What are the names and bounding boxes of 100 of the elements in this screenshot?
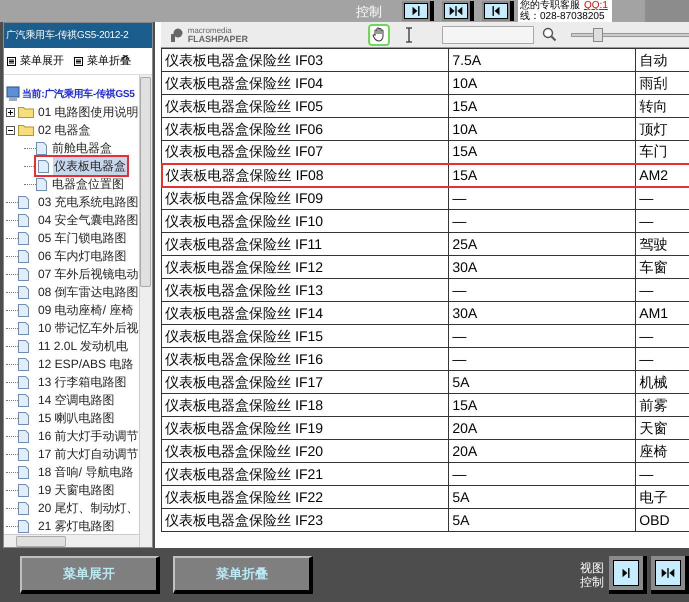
document-icon	[36, 142, 47, 154]
table-cell: 仪表板电器盒保险丝 IF18	[162, 394, 449, 416]
document-icon	[18, 268, 29, 280]
tree-item[interactable]: 前舱电器盒	[51, 139, 113, 157]
document-icon	[18, 412, 29, 424]
arrows-inward-icon	[660, 566, 676, 580]
document-icon	[18, 232, 29, 244]
vertical-scrollbar[interactable]	[138, 75, 152, 547]
photo-placeholder	[645, 0, 689, 22]
arrows-inward-icon	[448, 4, 464, 18]
tree-item[interactable]: 11 2.0L 发动机电	[38, 337, 128, 355]
tree-item[interactable]: 14 空调电路图	[38, 391, 115, 409]
table-cell: 仪表板电器盒保险丝 IF13	[162, 278, 449, 302]
tree-item[interactable]: 07 车外后视镜电动	[38, 265, 139, 283]
tree-item[interactable]: 01 电路图使用说明	[38, 103, 139, 121]
tree-item[interactable]: 02 电器盒	[38, 121, 91, 139]
table-cell: 25A	[448, 232, 636, 256]
document-icon	[18, 376, 29, 388]
table-cell: —	[448, 186, 636, 210]
tree-item[interactable]: 10 带记忆车外后视	[38, 319, 139, 337]
table-cell: —	[448, 462, 636, 486]
text-cursor-icon	[406, 26, 412, 42]
tree-item[interactable]: 09 电动座椅/ 座椅	[38, 301, 134, 319]
table-cell: 30A	[448, 256, 636, 278]
table-cell: 5A	[448, 370, 636, 394]
table-cell: 仪表板电器盒保险丝 IF09	[162, 186, 449, 210]
phone-text: 线：028-87038205	[520, 11, 606, 22]
table-cell: —	[448, 278, 636, 302]
document-icon	[18, 448, 29, 460]
table-cell: 仪表板电器盒保险丝 IF08	[162, 164, 449, 186]
slider-thumb[interactable]	[592, 28, 603, 42]
scrollbar-thumb[interactable]	[16, 536, 66, 546]
tree-item[interactable]: 16 前大灯手动调节	[38, 427, 139, 445]
logo-product: FLASHPAPER	[188, 34, 248, 44]
tree-item[interactable]: 06 车内灯电路图	[38, 247, 127, 265]
search-field[interactable]	[442, 26, 534, 44]
folder-icon	[18, 106, 34, 118]
tree-item[interactable]: 电器盒位置图	[51, 175, 125, 193]
table-cell: 仪表板电器盒保险丝 IF07	[162, 140, 449, 164]
qq-link[interactable]: QQ:1	[584, 0, 608, 11]
tree-item[interactable]: 05 车门锁电路图	[38, 229, 127, 247]
table-cell: 20A	[448, 416, 636, 440]
control-label: 控制	[356, 4, 382, 18]
menu-button[interactable]: 菜单展开	[7, 52, 64, 70]
tree-item[interactable]: 15 喇叭电路图	[38, 409, 115, 427]
document-icon	[18, 358, 29, 370]
table-cell: 仪表板电器盒保险丝 IF03	[162, 48, 449, 72]
document-icon	[18, 430, 29, 442]
document-icon	[18, 394, 29, 406]
table-cell: 仪表板电器盒保险丝 IF11	[162, 232, 449, 256]
tree-item[interactable]: 19 天窗电路图	[38, 481, 115, 499]
document-icon	[38, 160, 49, 172]
tree-item[interactable]: 20 尾灯、制动灯、	[38, 499, 139, 517]
hand-tool-button[interactable]	[368, 24, 390, 46]
tree-item[interactable]: 13 行李箱电路图	[38, 373, 127, 391]
table-cell: AM2	[636, 164, 689, 186]
tree-item[interactable]: 18 音响/ 导航电路	[38, 463, 134, 481]
tree-item[interactable]: 21 雾灯电路图	[38, 517, 115, 535]
tree-item[interactable]: 仪表板电器盒	[53, 157, 127, 175]
tree-item[interactable]: 08 倒车雷达电路图	[38, 283, 139, 301]
nav-button[interactable]	[651, 556, 689, 594]
scrollbar-thumb[interactable]	[140, 77, 152, 287]
tree-item[interactable]: 03 充电系统电路图	[38, 193, 139, 211]
table-cell: 仪表板电器盒保险丝 IF16	[162, 348, 449, 370]
tree-item[interactable]: 12 ESP/ABS 电路	[38, 355, 134, 373]
table-cell: 仪表板电器盒保险丝 IF05	[162, 94, 449, 118]
tree-item[interactable]: 17 前大灯自动调节	[38, 445, 139, 463]
list-icon	[74, 56, 83, 66]
nav-button[interactable]	[442, 1, 474, 21]
tree-item[interactable]: 04 安全气囊电路图	[38, 211, 139, 229]
document-icon	[18, 520, 29, 532]
zoom-slider[interactable]	[571, 26, 689, 42]
panel-title: 广汽乘用车-传祺GS5-2012-2	[4, 23, 152, 48]
document-icon	[18, 304, 29, 316]
menu-button[interactable]: 菜单折叠	[74, 52, 131, 70]
document-icon	[18, 340, 29, 352]
table-cell: 仪表板电器盒保险丝 IF10	[162, 210, 449, 232]
list-icon	[7, 56, 16, 66]
nav-button[interactable]	[609, 556, 647, 594]
search-icon[interactable]	[542, 27, 558, 42]
table-cell: 5A	[448, 508, 636, 532]
table-cell: 15A	[448, 164, 636, 186]
document-icon	[18, 196, 29, 208]
table-cell: 仪表板电器盒保险丝 IF06	[162, 118, 449, 140]
minus-icon[interactable]	[6, 126, 15, 134]
nav-button[interactable]	[402, 1, 434, 21]
document-icon	[18, 502, 29, 514]
table-cell: 仪表板电器盒保险丝 IF17	[162, 370, 449, 394]
logo-brand: macromedia	[188, 26, 233, 34]
plus-icon[interactable]	[6, 108, 15, 116]
table-cell: 仪表板电器盒保险丝 IF14	[162, 302, 449, 324]
table-cell: 5A	[448, 486, 636, 508]
document-icon	[18, 322, 29, 334]
nav-button[interactable]	[482, 1, 514, 21]
table-cell: 15A	[448, 394, 636, 416]
document-icon	[18, 466, 29, 478]
document-icon	[18, 286, 29, 298]
hand-icon	[372, 27, 386, 42]
horizontal-scrollbar[interactable]	[4, 534, 139, 547]
table-cell: 仪表板电器盒保险丝 IF19	[162, 416, 449, 440]
